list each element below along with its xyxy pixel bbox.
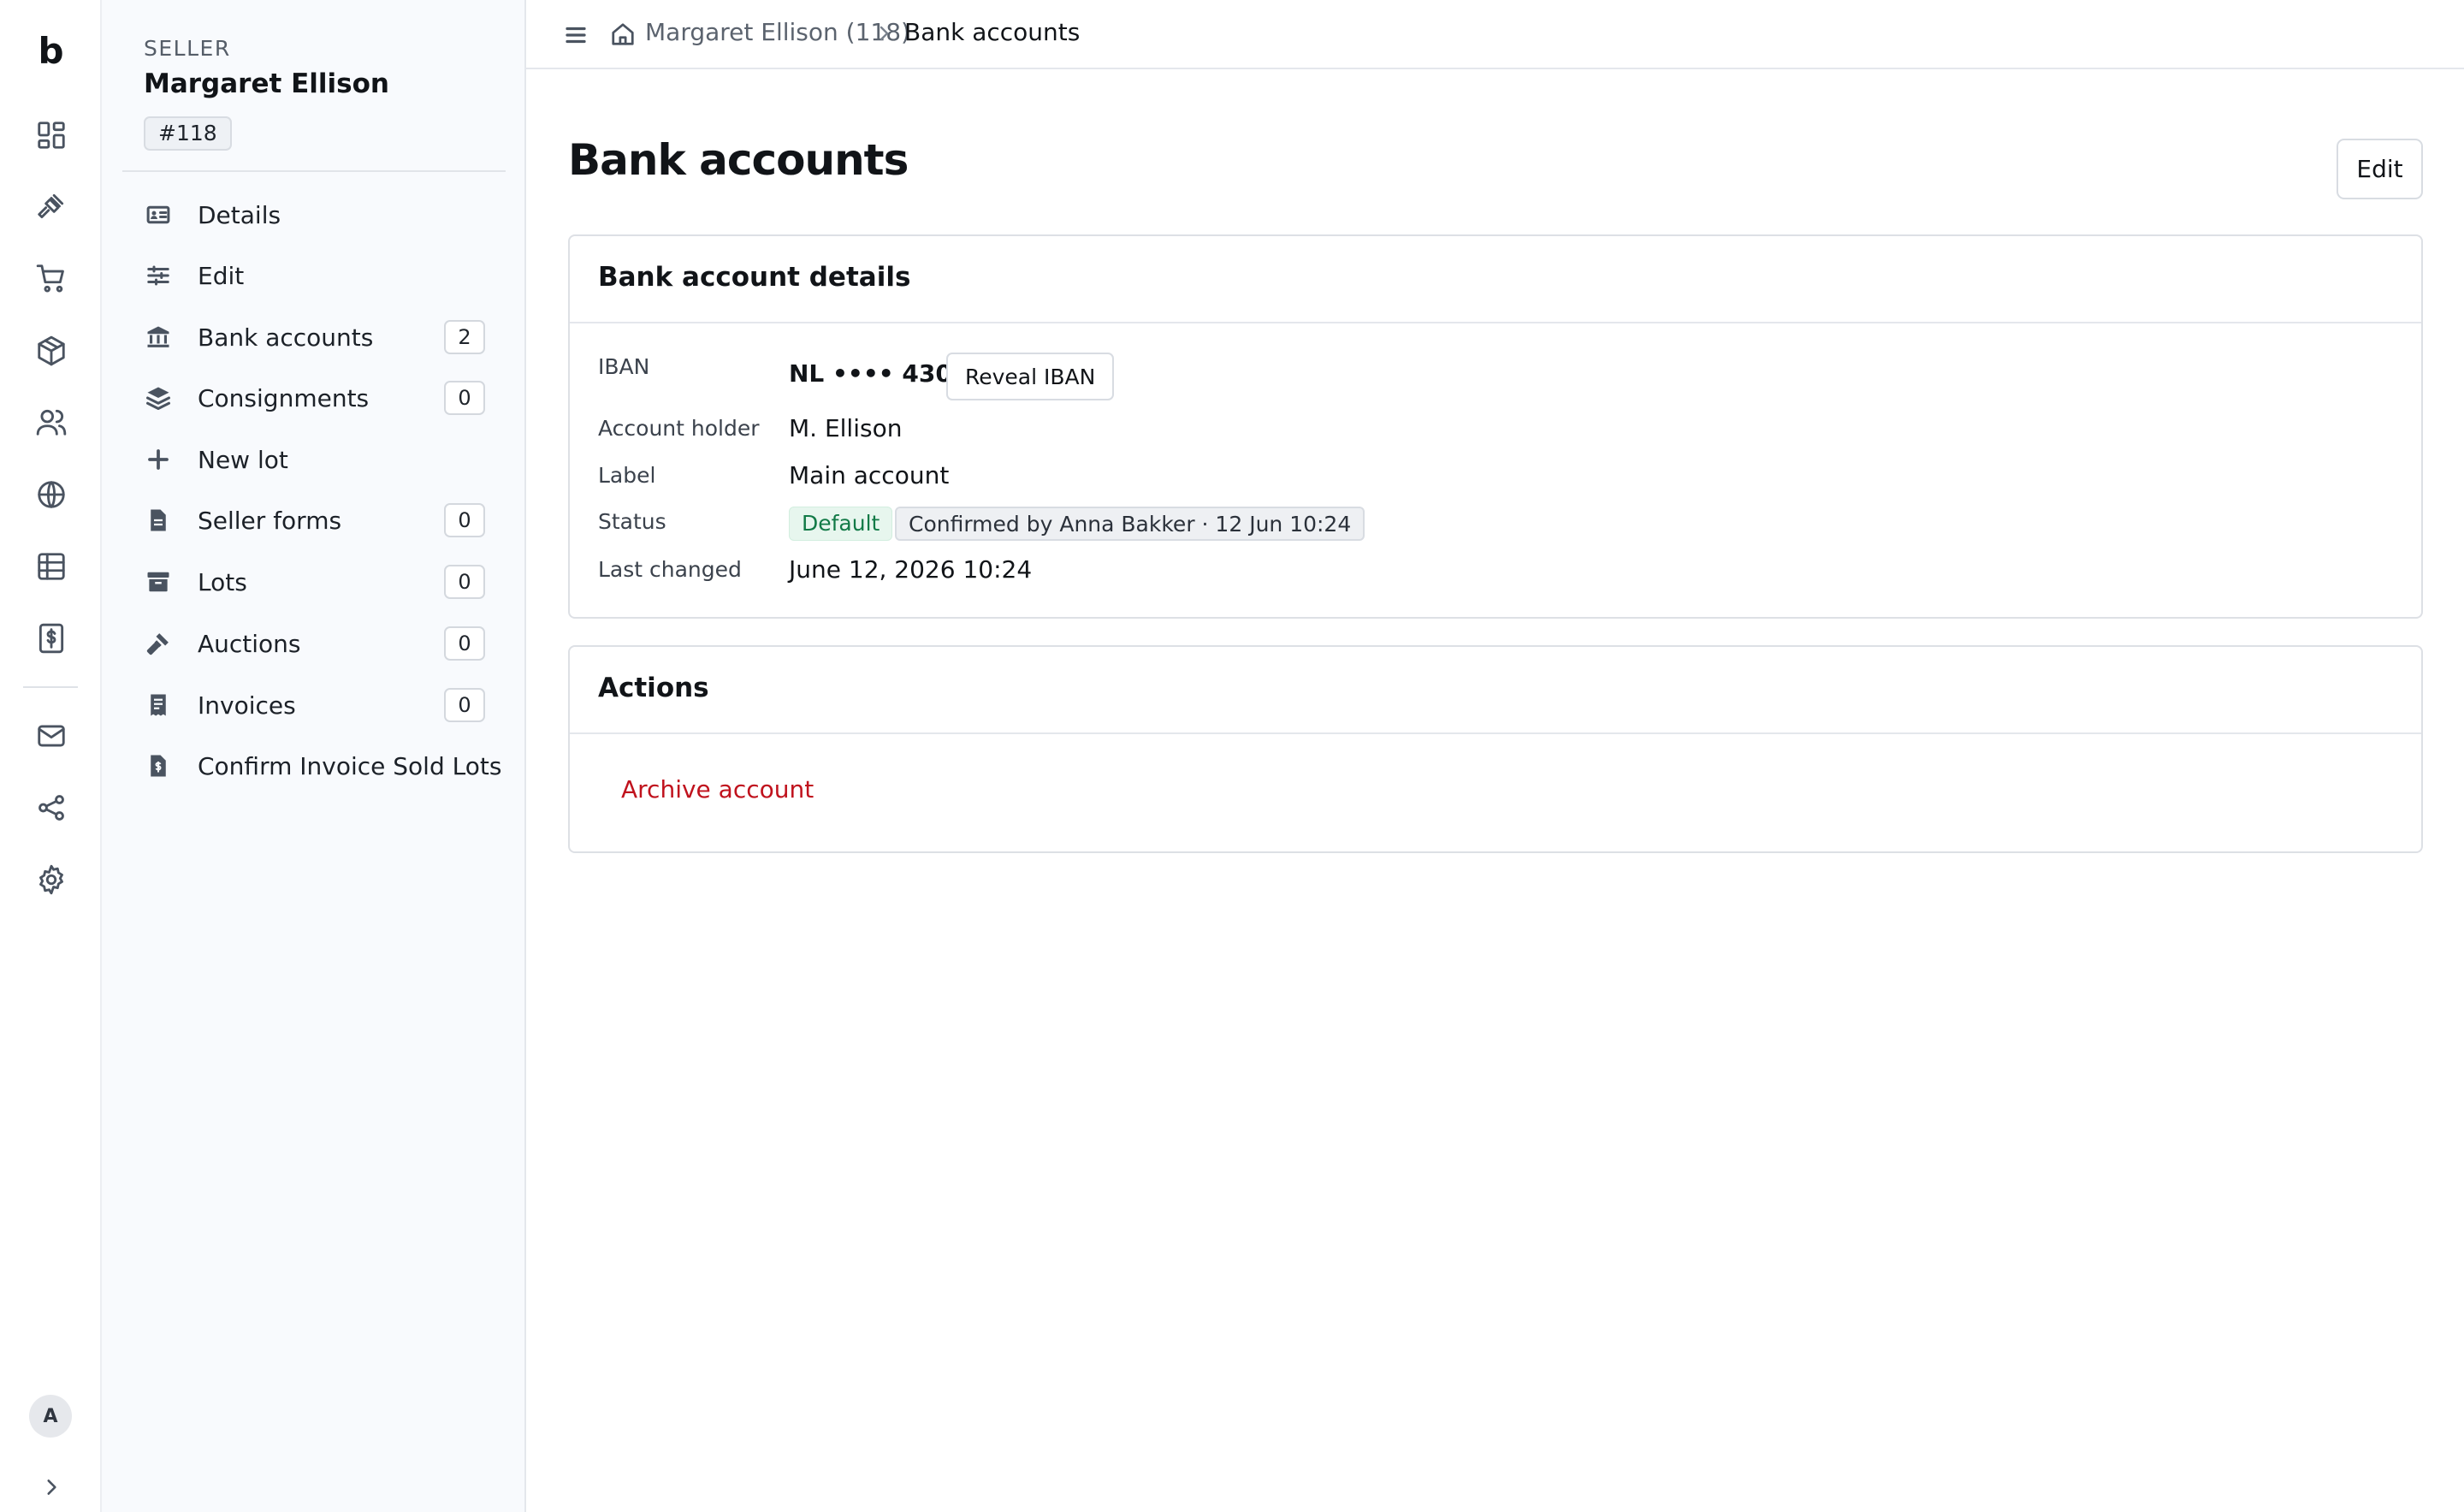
- account-holder-value: M. Ellison: [789, 414, 903, 442]
- home-icon[interactable]: [607, 19, 638, 50]
- sidebar-item-count: 0: [444, 503, 485, 537]
- mail-icon[interactable]: [32, 716, 71, 756]
- card-title: Bank account details: [598, 262, 911, 293]
- edit-button[interactable]: Edit: [2337, 139, 2423, 199]
- iban-label: IBAN: [598, 354, 650, 379]
- sidebar-item-count: 0: [444, 688, 485, 722]
- sidebar-item-details[interactable]: Details: [122, 190, 506, 240]
- sidebar-item-bank-accounts[interactable]: Bank accounts 2: [122, 312, 506, 362]
- seller-name: Margaret Ellison: [144, 68, 389, 99]
- status-label: Status: [598, 509, 666, 534]
- page-title: Bank accounts: [568, 135, 909, 185]
- rail-divider: [23, 686, 78, 688]
- sidebar-item-lots[interactable]: Lots 0: [122, 557, 506, 607]
- globe-icon[interactable]: [32, 475, 71, 514]
- plus-icon: [144, 445, 173, 474]
- breadcrumb-current: Bank accounts: [904, 18, 1081, 46]
- sidebar-item-count: 2: [444, 320, 485, 354]
- sidebar-item-label: Invoices: [198, 691, 296, 720]
- status-badge-confirmed: Confirmed by Anna Bakker · 12 Jun 10:24: [895, 507, 1365, 541]
- gavel-icon: [144, 629, 173, 658]
- sidebar-item-consignments[interactable]: Consignments 0: [122, 373, 506, 423]
- sidebar-item-label: Lots: [198, 567, 247, 596]
- sidebar-divider: [122, 170, 506, 172]
- gear-icon[interactable]: [32, 860, 71, 899]
- sidebar-item-invoices[interactable]: Invoices 0: [122, 680, 506, 730]
- file-icon: [144, 506, 173, 535]
- last-changed-value: June 12, 2026 10:24: [789, 555, 1033, 584]
- layers-icon: [144, 383, 173, 412]
- invoice-dollar-icon[interactable]: [32, 619, 71, 658]
- sidebar-item-label: New lot: [198, 445, 288, 474]
- sidebar-item-count: 0: [444, 565, 485, 599]
- chevron-right-icon: [874, 23, 894, 44]
- sidebar-item-new-lot[interactable]: New lot: [122, 435, 506, 484]
- sidebar-item-label: Bank accounts: [198, 323, 374, 352]
- icon-rail: b A: [0, 0, 102, 1512]
- archive-box-icon: [144, 567, 173, 596]
- sidebar-item-confirm-invoice-sold-lots[interactable]: Confirm Invoice Sold Lots: [122, 741, 506, 791]
- cart-icon[interactable]: [32, 258, 71, 298]
- expand-sidebar-icon[interactable]: [34, 1470, 68, 1504]
- sidebar-item-label: Seller forms: [198, 506, 342, 535]
- card-title: Actions: [598, 673, 709, 703]
- archive-account-button[interactable]: Archive account: [621, 775, 814, 803]
- table-icon[interactable]: [32, 547, 71, 586]
- package-icon[interactable]: [32, 331, 71, 371]
- users-icon[interactable]: [32, 402, 71, 442]
- gavel-icon[interactable]: [32, 187, 71, 226]
- sidebar-item-count: 0: [444, 381, 485, 415]
- sidebar-item-seller-forms[interactable]: Seller forms 0: [122, 495, 506, 545]
- seller-sidebar: SELLER Margaret Ellison #118 Details Edi…: [102, 0, 526, 1512]
- iban-value: NL •••• 4300: [789, 359, 969, 388]
- seller-eyebrow: SELLER: [144, 36, 231, 61]
- bank-account-details-card: Bank account details IBAN NL •••• 4300 R…: [568, 234, 2423, 619]
- file-dollar-icon: [144, 751, 173, 780]
- actions-card: Actions Archive account: [568, 645, 2423, 853]
- breadcrumb-parent[interactable]: Margaret Ellison (118): [645, 18, 910, 46]
- sliders-icon: [144, 261, 173, 290]
- sidebar-item-label: Edit: [198, 261, 245, 290]
- sidebar-item-label: Confirm Invoice Sold Lots: [198, 751, 502, 780]
- dashboard-icon[interactable]: [32, 116, 71, 155]
- reveal-iban-button[interactable]: Reveal IBAN: [946, 353, 1115, 400]
- bank-icon: [144, 323, 173, 352]
- receipt-icon: [144, 691, 173, 720]
- sidebar-item-edit[interactable]: Edit: [122, 251, 506, 300]
- account-holder-label: Account holder: [598, 416, 760, 441]
- sidebar-item-label: Consignments: [198, 383, 370, 412]
- card-header: Actions: [570, 647, 2421, 734]
- seller-id-badge: #118: [144, 116, 232, 151]
- top-bar: Margaret Ellison (118) Bank accounts: [526, 0, 2464, 69]
- sidebar-item-label: Details: [198, 200, 281, 229]
- id-card-icon: [144, 200, 173, 229]
- card-header: Bank account details: [570, 236, 2421, 323]
- label-value: Main account: [789, 461, 950, 489]
- status-badge-default: Default: [789, 507, 893, 541]
- share-icon[interactable]: [32, 788, 71, 827]
- sidebar-item-count: 0: [444, 626, 485, 661]
- menu-icon[interactable]: [560, 20, 591, 50]
- sidebar-item-label: Auctions: [198, 629, 301, 658]
- sidebar-item-auctions[interactable]: Auctions 0: [122, 619, 506, 668]
- user-avatar[interactable]: A: [29, 1395, 72, 1438]
- last-changed-label: Last changed: [598, 557, 742, 582]
- label-label: Label: [598, 463, 656, 488]
- app-logo[interactable]: b: [0, 29, 102, 74]
